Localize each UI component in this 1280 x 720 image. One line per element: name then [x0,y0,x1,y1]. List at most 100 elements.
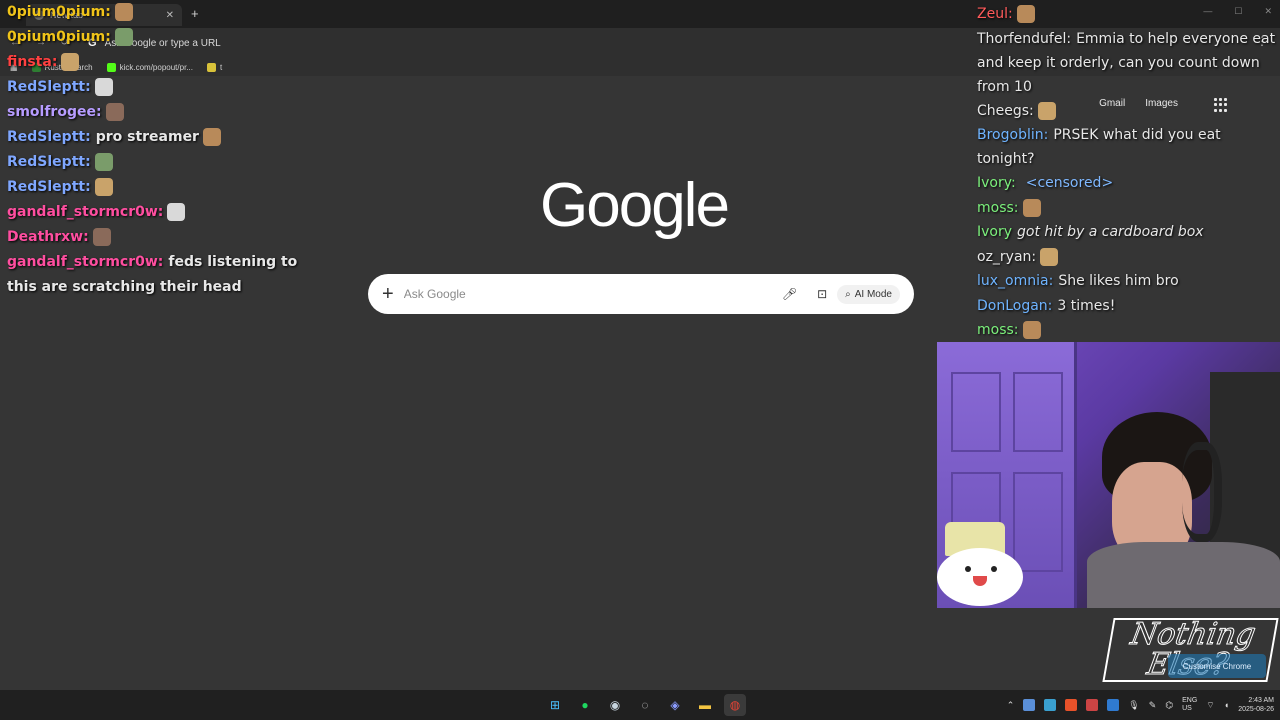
chat-message: moss: [977,318,1277,343]
tray-app-icon[interactable] [1044,699,1057,711]
customise-chrome-button[interactable]: Customise Chrome [1168,654,1266,678]
tray-overflow-icon[interactable]: ⌃ [1007,700,1015,711]
emote-icon [105,103,124,121]
chat-username: moss: [977,322,1019,338]
chat-username: Brogoblin: [977,127,1049,143]
chat-message: Thorfendufel: Emmia to help everyone eat … [977,27,1277,99]
volume-icon[interactable]: ◖ [1224,700,1229,710]
search-input[interactable] [403,287,772,301]
emote-icon [1037,101,1056,120]
microphone-icon[interactable]: 🎤︎ [782,287,797,301]
emote-icon [114,28,133,46]
chat-message: DonLogan: 3 times! [977,294,1277,319]
microphone-tray-icon[interactable]: 🎙︎ [1128,700,1139,711]
chat-message: Ivory: <censored> [977,171,1277,196]
start-icon[interactable]: ⊞ [544,694,566,716]
chat-message: smolfrogee: [7,100,327,125]
chat-username: Cheegs: [977,102,1034,119]
emote-icon [202,128,221,146]
emote-icon [1016,5,1035,23]
tray-app-icon[interactable] [1107,699,1120,711]
emote-icon [1022,198,1041,217]
emote-icon [167,203,186,221]
ai-mode-button[interactable]: ⌕ AI Mode [837,284,900,304]
mascot-sticker [937,522,1025,608]
emote-icon [1022,321,1041,339]
chat-overlay-left: 0pium0pium: 0pium0pium: finsta: RedSleptt: s… [7,0,327,300]
chat-username: RedSleptt: [7,129,91,145]
emote-icon [1040,247,1059,266]
chat-username: finsta: [7,54,58,70]
chat-message: 0pium0pium: [7,0,327,25]
chat-text: got hit by a cardboard box [1017,224,1204,240]
wifi-icon[interactable]: ⌔ [1206,700,1214,711]
blanket [1087,542,1280,608]
tray-app-icon[interactable] [1086,699,1099,711]
emote-icon [94,78,113,96]
chat-message: Ivory got hit by a cardboard box [977,220,1277,245]
chat-message: lux_omnia: She likes him bro [977,269,1277,294]
chat-overlay-right: Zeul: Thorfendufel: Emmia to help everyone… [977,2,1277,343]
lang-code: ENG [1182,697,1198,704]
chat-username: Thorfendufel: [977,30,1072,47]
clock-date: 2025-08-26 [1238,706,1274,713]
emote-icon [94,178,113,196]
add-icon[interactable]: + [382,283,394,306]
search-box[interactable]: + 🎤︎ ⊡ ⌕ AI Mode [368,274,914,314]
chat-username: smolfrogee: [7,104,102,120]
chat-message: Zeul: [977,2,1277,27]
emote-icon [92,228,111,246]
chat-username: Ivory: [977,175,1016,191]
lang-region: US [1182,705,1192,712]
chat-username: gandalf_stormcr0w: [7,204,164,220]
chat-message: Cheegs: [977,99,1277,124]
pen-icon[interactable]: ✎ [1149,700,1157,711]
clock[interactable]: 2:43 AM 2025-08-26 [1238,696,1274,714]
spotify-icon[interactable]: ● [574,694,596,716]
headphones [1182,442,1222,542]
chat-text: <censored> [1025,175,1114,191]
brave-icon[interactable] [1065,699,1078,711]
emote-icon [61,53,80,71]
discord-icon[interactable]: ◈ [664,694,686,716]
chat-message: Deathrxw: [7,225,327,250]
chat-message: gandalf_stormcr0w: [7,200,327,225]
chat-username: Deathrxw: [7,229,89,245]
chat-message: moss: [977,196,1277,221]
file-explorer-icon[interactable]: ▬ [694,694,716,716]
chat-message: RedSleptt: [7,150,327,175]
ai-search-icon: ⌕ [845,288,851,300]
emote-icon [94,153,113,171]
chat-message: oz_ryan: [977,245,1277,270]
system-tray: ⌃ 🎙︎ ✎ ⌬ ENG US ⌔ ◖ 2:43 AM 2025-08-26 [1007,696,1274,714]
google-logo: Google [540,171,730,240]
chat-message: 0pium0pium: [7,25,327,50]
clock-time: 2:43 AM [1248,697,1274,704]
chat-username: lux_omnia: [977,273,1054,289]
network-icon[interactable]: ⌬ [1165,700,1173,711]
chat-username: RedSleptt: [7,154,91,170]
chrome-icon[interactable]: ◍ [724,694,746,716]
emote-icon [114,3,133,21]
chat-username: Zeul: [977,6,1013,22]
chat-username: Ivory [977,224,1013,240]
steam-icon[interactable]: ◉ [604,694,626,716]
taskbar: ⊞ ● ◉ ◌ ◈ ▬ ◍ ⌃ 🎙︎ ✎ ⌬ ENG US ⌔ ◖ 2:43 A… [0,690,1280,720]
chat-text: She likes him bro [1058,273,1179,289]
lens-icon[interactable]: ⊡ [817,287,827,301]
chat-message: RedSleptt: [7,75,327,100]
chat-username: oz_ryan: [977,248,1037,265]
chat-message: gandalf_stormcr0w: feds listening to this… [7,250,327,300]
chat-username: RedSleptt: [7,79,91,95]
chat-username: RedSleptt: [7,179,91,195]
chat-text: pro streamer [95,129,199,145]
tray-app-icon[interactable] [1023,699,1036,711]
chat-message: finsta: [7,50,327,75]
obs-icon[interactable]: ◌ [634,694,656,716]
chat-username: moss: [977,199,1019,216]
chat-username: gandalf_stormcr0w: [7,254,164,270]
language-indicator[interactable]: ENG US [1182,697,1197,713]
chat-username: 0pium0pium: [7,4,111,20]
taskbar-apps: ⊞ ● ◉ ◌ ◈ ▬ ◍ [544,694,746,716]
chat-username: 0pium0pium: [7,29,111,45]
